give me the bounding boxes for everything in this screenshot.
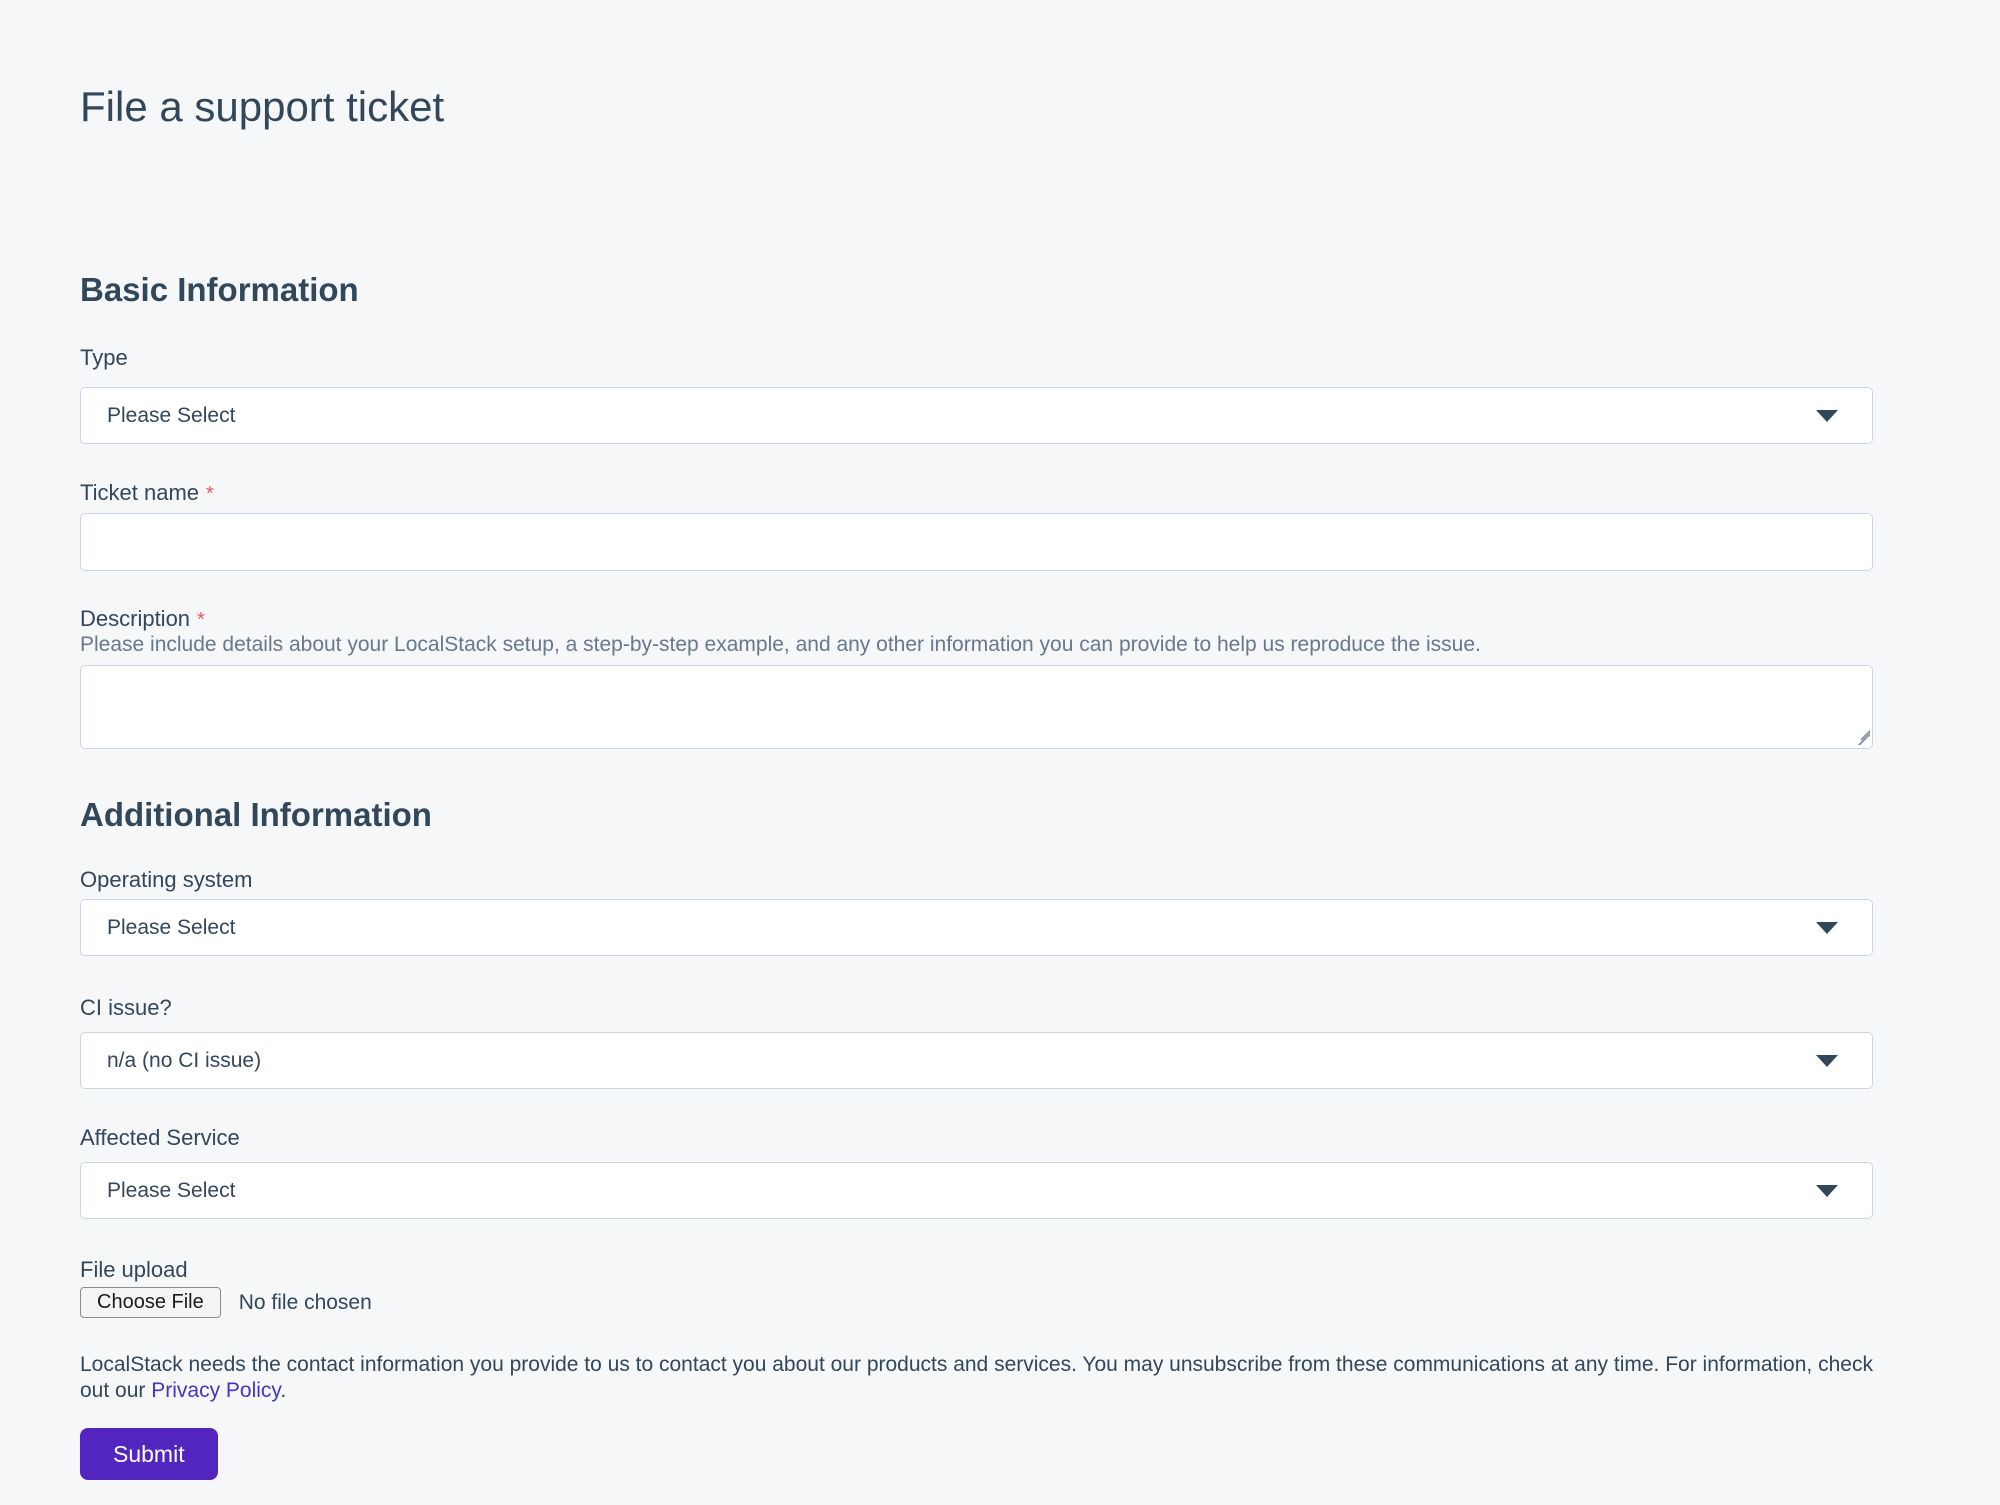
ci-issue-select-value: n/a (no CI issue)	[107, 1049, 261, 1073]
section-heading-additional-information: Additional Information	[80, 797, 1873, 833]
operating-system-select-value: Please Select	[107, 916, 235, 940]
type-select-value: Please Select	[107, 404, 235, 428]
type-label: Type	[80, 345, 1873, 371]
ticket-name-label-text: Ticket name	[80, 480, 199, 505]
description-textarea-wrap	[80, 665, 1873, 749]
page-title: File a support ticket	[80, 82, 1873, 132]
legal-text-before-link: LocalStack needs the contact information…	[80, 1353, 1873, 1402]
ticket-name-label: Ticket name *	[80, 480, 1873, 507]
ci-issue-label: CI issue?	[80, 995, 1873, 1021]
choose-file-button[interactable]: Choose File	[80, 1287, 221, 1318]
affected-service-select-value: Please Select	[107, 1179, 235, 1203]
description-label-text: Description	[80, 606, 190, 631]
type-select[interactable]: Please Select	[80, 387, 1873, 444]
ci-issue-select[interactable]: n/a (no CI issue)	[80, 1032, 1873, 1089]
submit-button[interactable]: Submit	[80, 1428, 218, 1480]
chevron-down-icon	[1816, 1185, 1838, 1197]
operating-system-label-text: Operating system	[80, 867, 252, 892]
description-textarea[interactable]	[80, 665, 1873, 749]
file-chosen-status: No file chosen	[239, 1291, 372, 1315]
operating-system-label: Operating system	[80, 867, 1873, 893]
ci-issue-label-text: CI issue?	[80, 995, 172, 1020]
operating-system-select[interactable]: Please Select	[80, 899, 1873, 956]
affected-service-select[interactable]: Please Select	[80, 1162, 1873, 1219]
file-upload-input: Choose File No file chosen	[80, 1287, 1873, 1318]
affected-service-label-text: Affected Service	[80, 1125, 240, 1150]
file-upload-label: File upload	[80, 1257, 1873, 1283]
required-asterisk: *	[197, 609, 205, 631]
chevron-down-icon	[1816, 410, 1838, 422]
required-asterisk: *	[206, 483, 214, 505]
affected-service-label: Affected Service	[80, 1125, 1873, 1151]
description-helper-text: Please include details about your LocalS…	[80, 633, 1873, 657]
chevron-down-icon	[1816, 1055, 1838, 1067]
legal-text-after-link: .	[280, 1379, 286, 1402]
privacy-policy-link[interactable]: Privacy Policy	[151, 1379, 280, 1402]
file-upload-label-text: File upload	[80, 1257, 188, 1282]
section-heading-basic-information: Basic Information	[80, 272, 1873, 308]
legal-consent-text: LocalStack needs the contact information…	[80, 1352, 1873, 1404]
ticket-name-input[interactable]	[80, 513, 1873, 571]
description-label: Description *	[80, 606, 1873, 633]
support-ticket-page: File a support ticket Basic Information …	[80, 0, 1873, 1480]
type-label-text: Type	[80, 345, 128, 370]
chevron-down-icon	[1816, 922, 1838, 934]
